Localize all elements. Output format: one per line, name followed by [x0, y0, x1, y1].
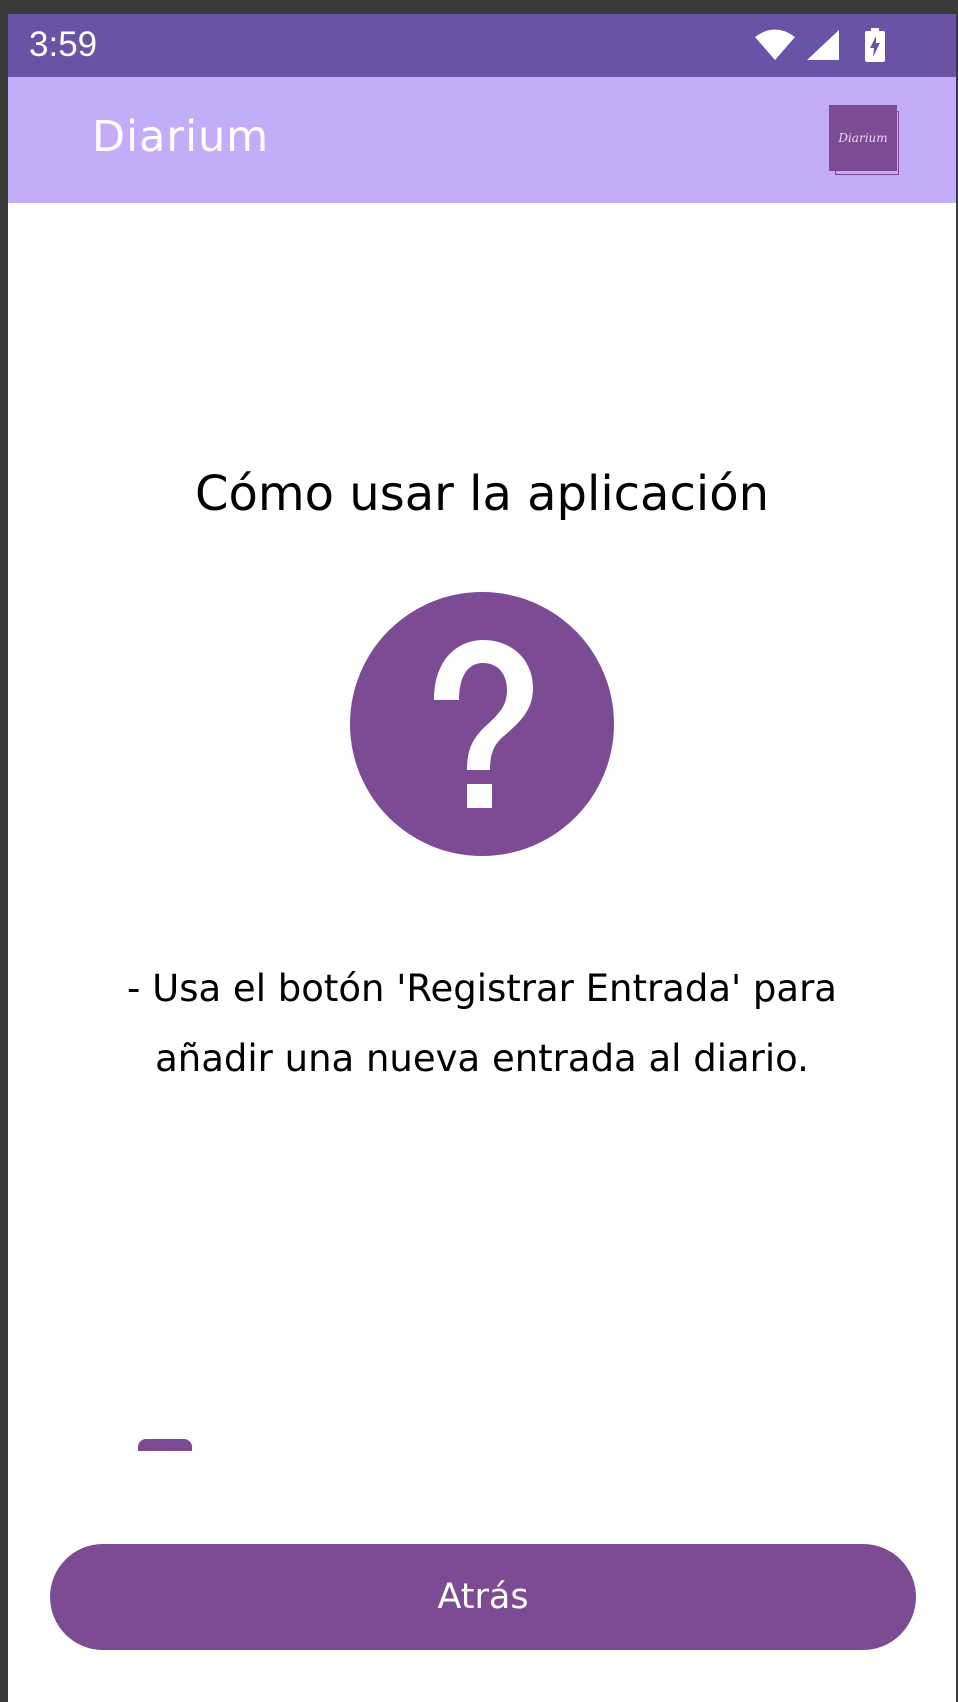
back-button[interactable]: Atrás: [50, 1544, 916, 1650]
status-bar: 3:59: [8, 14, 956, 77]
app-logo: Diarium: [829, 105, 901, 175]
status-time: 3:59: [29, 25, 98, 64]
help-circle-icon: [350, 592, 614, 856]
usage-tip: - Usa el botón 'Registrar Entrada' para …: [127, 967, 837, 1080]
page-indicator: [138, 1439, 192, 1451]
app-bar: Diarium Diarium: [8, 77, 956, 203]
page-title: Cómo usar la aplicación: [195, 466, 769, 522]
battery-charging-icon: [864, 28, 886, 62]
wifi-icon: [754, 29, 796, 61]
app-logo-label: Diarium: [829, 105, 897, 171]
status-icons: [754, 28, 886, 62]
cell-signal-icon: [806, 29, 840, 61]
app-title: Diarium: [92, 112, 270, 162]
device-frame: 3:59 Diarium Diarium Cómo usar la aplica…: [0, 0, 958, 1702]
app-screen: 3:59 Diarium Diarium Cómo usar la aplica…: [8, 14, 956, 1702]
